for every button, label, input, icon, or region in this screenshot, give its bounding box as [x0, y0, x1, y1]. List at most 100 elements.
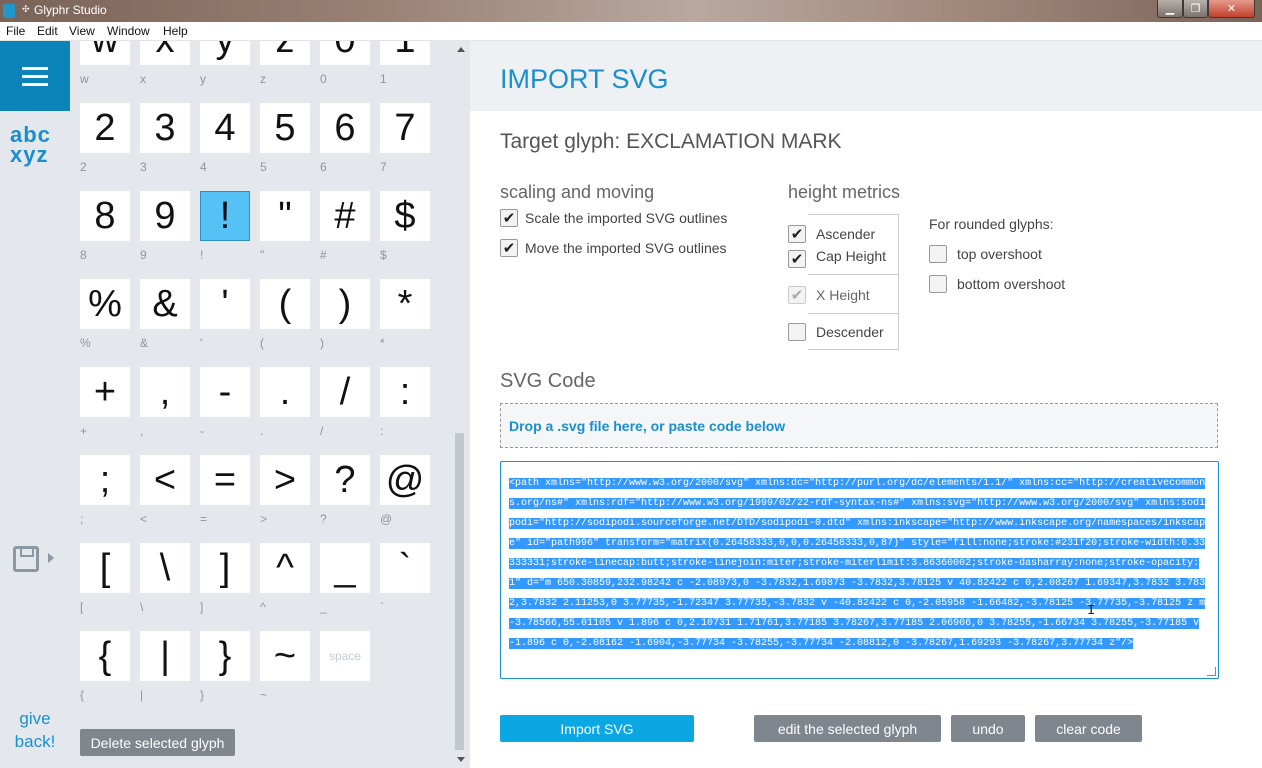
clear-code-button[interactable]: clear code	[1035, 715, 1142, 742]
glyph-tile[interactable]: .	[260, 367, 310, 417]
bottom-overshoot-checkbox[interactable]	[929, 275, 947, 293]
glyph-tile[interactable]: space	[320, 631, 370, 681]
glyph-tile[interactable]: 8	[80, 191, 130, 241]
glyph-label: +	[80, 424, 88, 438]
glyph-label: w	[80, 72, 89, 86]
glyph-tile[interactable]: !	[200, 191, 250, 241]
glyph-tile[interactable]: ?	[320, 455, 370, 505]
glyph-tile[interactable]: 6	[320, 103, 370, 153]
glyph-tile[interactable]: y	[200, 41, 250, 65]
glyph-tile[interactable]: 5	[260, 103, 310, 153]
glyph-tile[interactable]: 0	[320, 41, 370, 65]
glyph-tile[interactable]: :	[380, 367, 430, 417]
hamburger-menu-icon[interactable]	[0, 41, 70, 111]
glyph-tile[interactable]: z	[260, 41, 310, 65]
glyph-label: 1	[380, 72, 387, 86]
glyph-label: <	[140, 512, 148, 526]
glyph-tile[interactable]: "	[260, 191, 310, 241]
menu-view[interactable]: View	[69, 24, 95, 38]
glyph-tile[interactable]: 1	[380, 41, 430, 65]
glyph-tile[interactable]: #	[320, 191, 370, 241]
menu-file[interactable]: File	[6, 24, 25, 38]
descender-label: Descender	[816, 324, 884, 340]
glyph-tile[interactable]: 2	[80, 103, 130, 153]
minimize-button[interactable]: ▁	[1157, 0, 1183, 18]
scrollbar-thumb[interactable]	[455, 433, 464, 750]
glyph-tile[interactable]: @	[380, 455, 430, 505]
undo-button[interactable]: undo	[951, 715, 1025, 742]
svg-code-heading: SVG Code	[500, 370, 596, 392]
glyph-label: x	[140, 72, 146, 86]
glyph-tile[interactable]: w	[80, 41, 130, 65]
glyph-tile[interactable]: ~	[260, 631, 310, 681]
x-height-checkbox: ✔	[788, 286, 806, 304]
glyph-label: y	[200, 72, 206, 86]
glyph-tile[interactable]: >	[260, 455, 310, 505]
glyph-tile[interactable]: (	[260, 279, 310, 329]
glyph-label: 7	[380, 160, 387, 174]
glyph-tile[interactable]: /	[320, 367, 370, 417]
glyph-label: :	[380, 424, 384, 438]
glyph-tile[interactable]: ^	[260, 543, 310, 593]
glyph-tile[interactable]: +	[80, 367, 130, 417]
glyph-label: [	[80, 600, 84, 614]
edit-glyph-button[interactable]: edit the selected glyph	[754, 715, 941, 742]
glyph-tile[interactable]: %	[80, 279, 130, 329]
menu-edit[interactable]: Edit	[37, 24, 58, 38]
height-metrics-heading: height metrics	[788, 182, 901, 202]
glyph-tile[interactable]: |	[140, 631, 190, 681]
glyph-tile[interactable]: }	[200, 631, 250, 681]
glyph-tile[interactable]: ]	[200, 543, 250, 593]
glyph-tile[interactable]: ;	[80, 455, 130, 505]
glyph-tile[interactable]: `	[380, 543, 430, 593]
glyph-label: 6	[320, 160, 327, 174]
glyph-tile[interactable]: &	[140, 279, 190, 329]
glyph-tile[interactable]: x	[140, 41, 190, 65]
glyph-tile[interactable]: '	[200, 279, 250, 329]
menu-help[interactable]: Help	[163, 24, 188, 38]
give-back-link[interactable]: give back!	[0, 707, 70, 753]
textarea-resize-handle[interactable]	[1207, 667, 1216, 676]
glyph-tile[interactable]: ,	[140, 367, 190, 417]
glyph-tile[interactable]: [	[80, 543, 130, 593]
save-icon[interactable]	[13, 546, 39, 572]
menu-window[interactable]: Window	[107, 24, 150, 38]
glyph-tile[interactable]: =	[200, 455, 250, 505]
left-nav: abc xyz give back!	[0, 41, 70, 768]
glyph-label: ]	[200, 600, 204, 614]
top-overshoot-checkbox[interactable]	[929, 245, 947, 263]
glyph-tile[interactable]: $	[380, 191, 430, 241]
descender-checkbox[interactable]	[788, 323, 806, 341]
scale-label: Scale the imported SVG outlines	[525, 210, 728, 226]
target-glyph-title: Target glyph: EXCLAMATION MARK	[500, 130, 842, 153]
glyph-label: (	[260, 336, 264, 350]
glyph-chooser-icon[interactable]: abc xyz	[10, 124, 51, 167]
glyph-tile[interactable]: {	[80, 631, 130, 681]
cap-height-checkbox[interactable]: ✔	[788, 250, 806, 268]
glyph-tile[interactable]: \	[140, 543, 190, 593]
scroll-up-icon[interactable]	[457, 47, 465, 52]
move-checkbox[interactable]: ✔	[500, 239, 518, 257]
glyph-tile[interactable]: -	[200, 367, 250, 417]
glyph-tile[interactable]: 7	[380, 103, 430, 153]
glyph-tile[interactable]: 9	[140, 191, 190, 241]
glyph-tile[interactable]: _	[320, 543, 370, 593]
xyz-label: xyz	[10, 142, 49, 167]
delete-glyph-button[interactable]: Delete selected glyph	[80, 729, 235, 756]
scroll-down-icon[interactable]	[457, 757, 465, 762]
glyph-tile[interactable]: <	[140, 455, 190, 505]
maximize-button[interactable]: ❐	[1183, 0, 1208, 18]
scale-checkbox[interactable]: ✔	[500, 209, 518, 227]
ascender-checkbox[interactable]: ✔	[788, 225, 806, 243]
glyph-tile[interactable]: 3	[140, 103, 190, 153]
save-menu-arrow-icon[interactable]	[48, 553, 54, 563]
svg-code-textarea[interactable]: <path xmlns="http://www.w3.org/2000/svg"…	[500, 461, 1219, 679]
import-svg-button[interactable]: Import SVG	[500, 715, 694, 742]
close-button[interactable]: ✕	[1208, 0, 1255, 18]
glyph-label: 5	[260, 160, 267, 174]
glyph-label: *	[380, 336, 385, 350]
glyph-tile[interactable]: )	[320, 279, 370, 329]
glyph-tile[interactable]: *	[380, 279, 430, 329]
glyph-label: #	[320, 248, 327, 262]
glyph-tile[interactable]: 4	[200, 103, 250, 153]
